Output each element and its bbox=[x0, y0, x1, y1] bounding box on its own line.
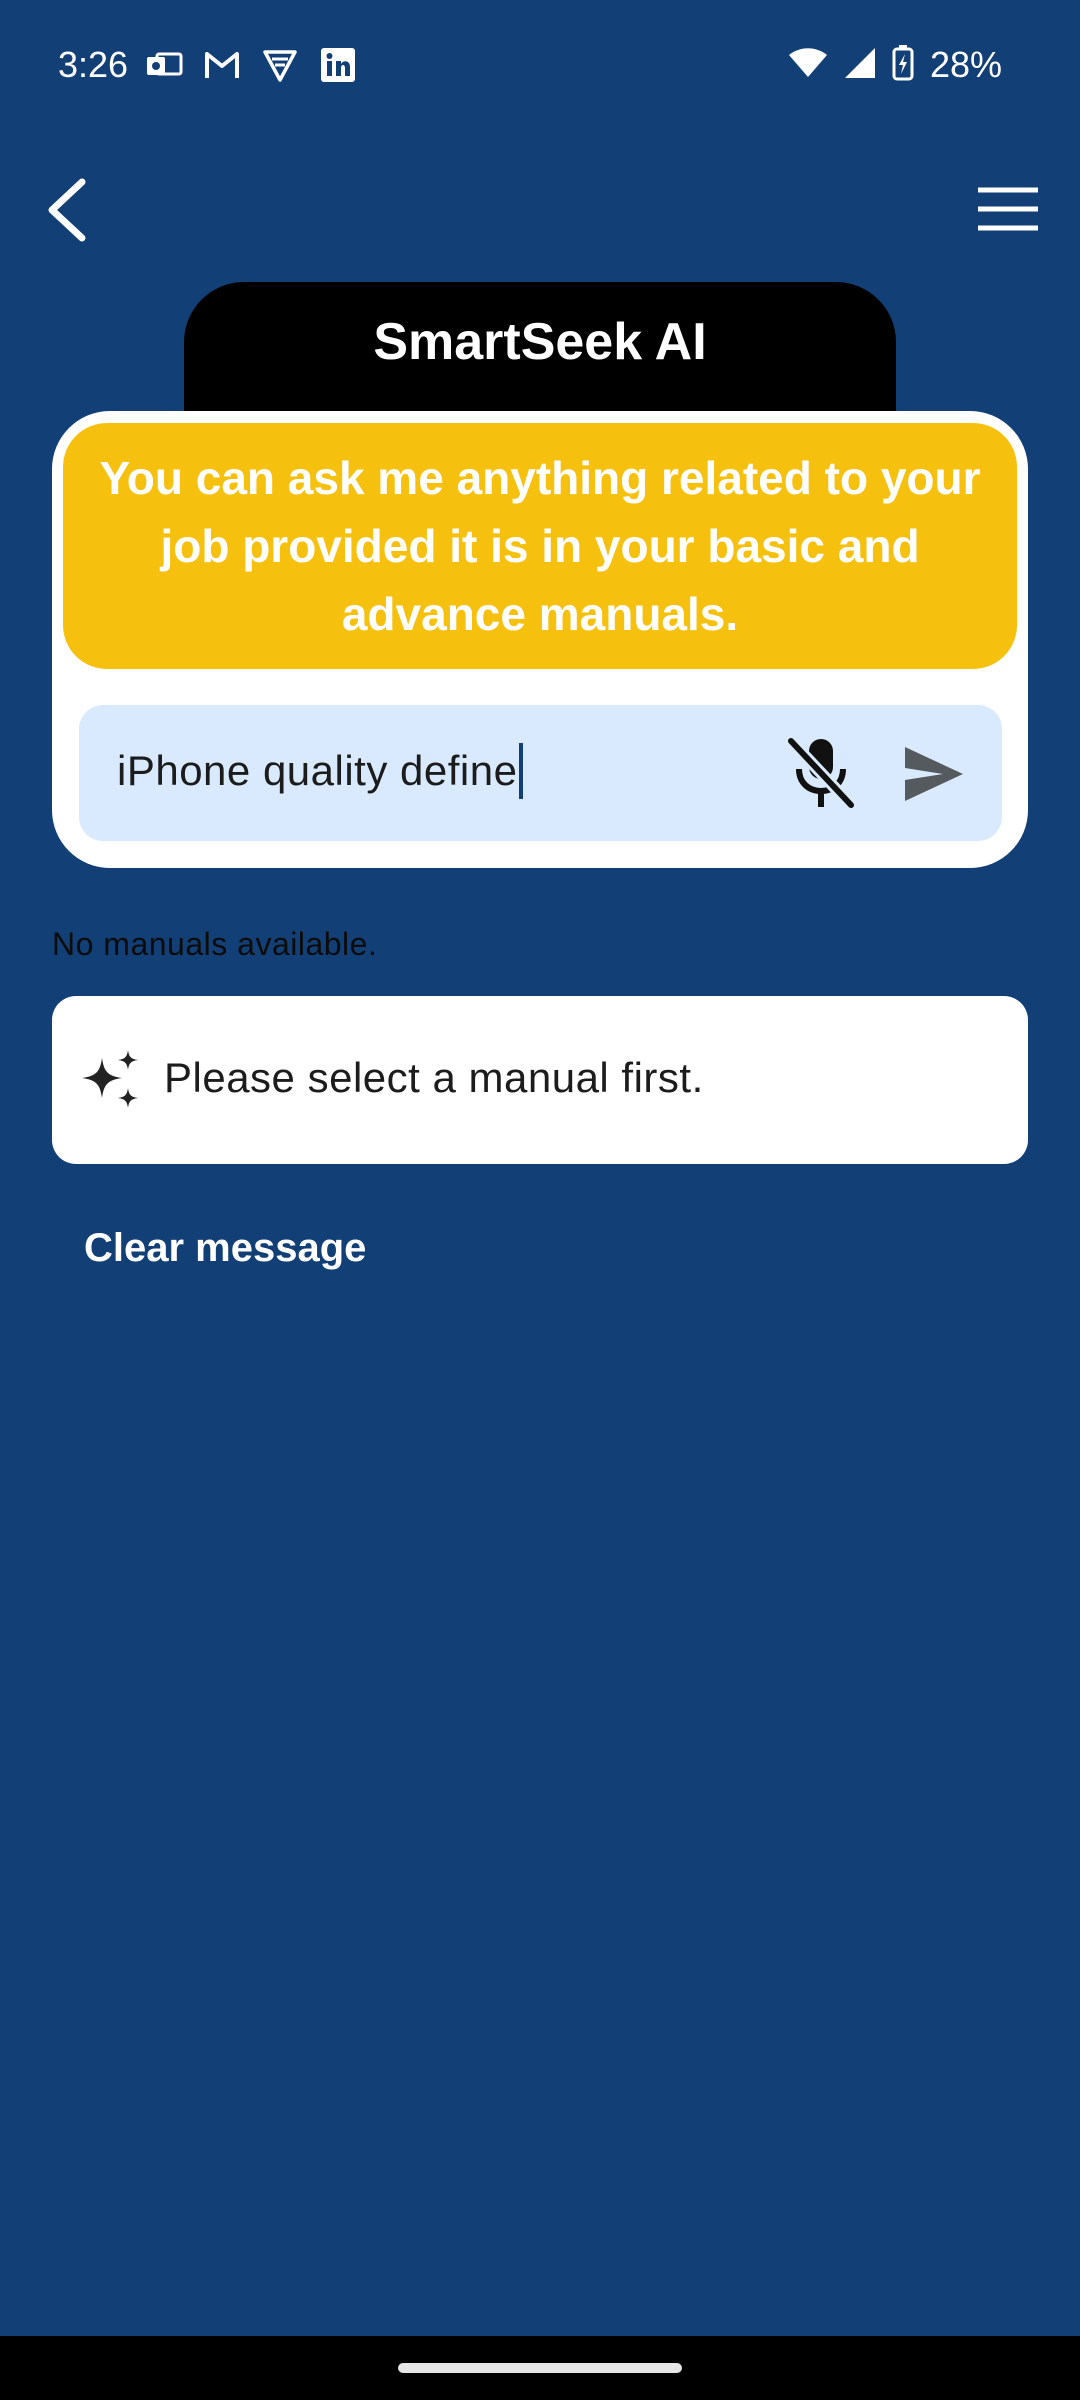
send-icon bbox=[905, 747, 963, 801]
system-icons: 28% bbox=[788, 44, 1002, 86]
home-gesture-handle[interactable] bbox=[398, 2363, 682, 2373]
clear-message-button[interactable]: Clear message bbox=[84, 1226, 366, 1271]
screen: 3:26 28% SmartSeek AI You can ask me any… bbox=[0, 0, 1080, 2400]
mic-off-icon bbox=[786, 736, 856, 810]
gmail-icon bbox=[203, 48, 241, 82]
mic-button[interactable] bbox=[781, 733, 861, 813]
hamburger-menu-icon bbox=[978, 187, 1038, 231]
status-bar: 3:26 28% bbox=[0, 0, 1080, 130]
query-input-value: iPhone quality define bbox=[117, 747, 518, 794]
linkedin-icon bbox=[319, 48, 357, 82]
notification-icons bbox=[145, 48, 357, 82]
menu-button[interactable] bbox=[976, 180, 1040, 238]
battery-charging-icon bbox=[892, 44, 914, 86]
response-text: Please select a manual first. bbox=[164, 1054, 704, 1101]
chevron-left-icon bbox=[48, 178, 86, 242]
vpn-shield-icon bbox=[261, 48, 299, 82]
send-button[interactable] bbox=[901, 741, 967, 807]
info-banner: You can ask me anything related to your … bbox=[63, 423, 1017, 669]
battery-percentage: 28% bbox=[929, 44, 1002, 85]
response-card: Please select a manual first. bbox=[52, 996, 1028, 1164]
wifi-icon bbox=[788, 47, 828, 84]
manuals-status: No manuals available. bbox=[52, 926, 378, 962]
status-time: 3:26 bbox=[58, 44, 129, 85]
signal-icon bbox=[844, 47, 876, 84]
outlook-icon bbox=[145, 48, 183, 82]
back-button[interactable] bbox=[40, 170, 100, 250]
sparkle-icon bbox=[80, 1048, 142, 1110]
query-input[interactable]: iPhone quality define bbox=[79, 705, 1002, 841]
text-caret bbox=[519, 743, 524, 799]
query-input-field[interactable]: iPhone quality define bbox=[117, 743, 524, 799]
